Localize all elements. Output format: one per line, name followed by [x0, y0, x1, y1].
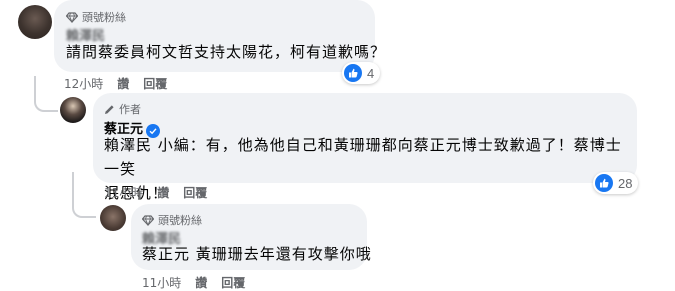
comment-actions: 12小時 讚 回覆: [64, 75, 167, 92]
author-avatar[interactable]: [60, 97, 86, 123]
reply-button[interactable]: 回覆: [221, 274, 245, 291]
like-reaction-icon: [595, 174, 613, 192]
comment-actions: 11小時 讚 回覆: [142, 274, 245, 291]
badge-label: 頭號粉絲: [82, 12, 126, 24]
comment-text-body: 黃珊珊去年還有攻擊你哦: [195, 245, 372, 263]
reply-button[interactable]: 回覆: [143, 75, 167, 92]
reaction-count[interactable]: 4: [342, 62, 381, 84]
top-fan-badge: 頭號粉絲: [66, 9, 126, 25]
comment-time[interactable]: 11小時: [104, 184, 143, 201]
comment-actions: 11小時 讚 回覆: [104, 184, 207, 201]
comment-text: 請問蔡委員柯文哲支持太陽花，柯有道歉嗎？: [66, 43, 387, 61]
avatar[interactable]: [18, 5, 52, 39]
comment-bubble: 作者 蔡正元 賴澤民 小編：有，他為他自己和黃珊珊都向蔡正元博士致歉過了！蔡博士…: [93, 93, 637, 202]
comment-bubble: 頭號粉絲 賴澤民 蔡正元 黃珊珊去年還有攻擊你哦: [131, 204, 371, 270]
reaction-number: 28: [618, 175, 633, 191]
like-button[interactable]: 讚: [117, 75, 129, 92]
reply-button[interactable]: 回覆: [183, 184, 207, 201]
diamond-icon: [66, 11, 78, 23]
mention-link[interactable]: 蔡正元: [142, 245, 190, 263]
author-badge: 作者: [104, 101, 141, 117]
like-button[interactable]: 讚: [195, 274, 207, 291]
like-reaction-icon: [344, 64, 362, 82]
comment-time[interactable]: 12小時: [64, 75, 103, 92]
top-fan-badge: 頭號粉絲: [142, 212, 202, 228]
diamond-icon: [142, 214, 154, 226]
comment-bubble: 頭號粉絲 賴澤民 請問蔡委員柯文哲支持太陽花，柯有道歉嗎？: [54, 0, 385, 72]
comment-text: 蔡正元 黃珊珊去年還有攻擊你哦: [142, 242, 372, 266]
thread-connector: [34, 76, 58, 112]
avatar[interactable]: [100, 205, 126, 231]
comment-time[interactable]: 11小時: [142, 274, 181, 291]
reaction-count[interactable]: 28: [593, 172, 639, 194]
thread-connector: [72, 172, 96, 218]
pencil-icon: [105, 104, 114, 114]
mention-link[interactable]: 賴澤民: [104, 136, 152, 154]
badge-label: 作者: [119, 104, 141, 116]
like-button[interactable]: 讚: [157, 184, 169, 201]
reaction-number: 4: [367, 65, 375, 81]
badge-label: 頭號粉絲: [158, 215, 202, 227]
comment-text-line1: 小編：有，他為他自己和黃珊珊都向蔡正元博士致歉過了！蔡博士一笑: [104, 136, 622, 178]
